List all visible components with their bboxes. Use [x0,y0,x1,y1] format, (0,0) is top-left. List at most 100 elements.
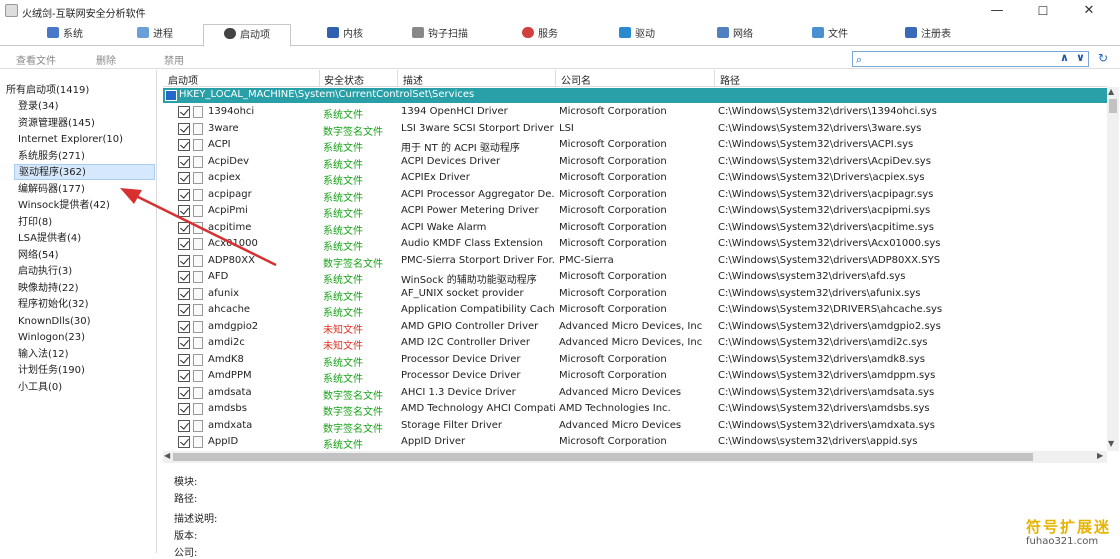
table-row[interactable]: acpitime 系统文件 ACPI Wake Alarm Microsoft Cor… [163,220,1107,237]
sidebar-item-explorer[interactable]: 资源管理器(145) [18,116,95,132]
search-up-button[interactable]: ∧ [1060,51,1069,64]
row-checkbox[interactable] [178,155,190,168]
delete-button[interactable]: 删除 [96,52,116,67]
row-checkbox[interactable] [178,172,190,184]
row-checkbox[interactable] [178,386,190,399]
table-row[interactable]: AcpiPmi 系统文件 ACPI Power Metering Driver Mic… [163,203,1107,220]
close-button[interactable]: ✕ [1066,0,1112,22]
row-checkbox[interactable] [178,106,190,118]
row-checkbox[interactable] [178,337,190,349]
sidebar-item-services[interactable]: 系统服务(271) [18,149,85,165]
tab-network[interactable]: 网络 [700,24,770,46]
vertical-scrollbar[interactable]: ▲ ▼ [1107,87,1119,451]
sidebar-item-winsock[interactable]: Winsock提供者(42) [18,198,110,214]
row-checkbox[interactable] [178,304,190,316]
table-row[interactable]: AcpiDev 系统文件 ACPI Devices Driver Microsoft … [163,154,1107,171]
row-checkbox[interactable] [178,122,190,135]
row-checkbox[interactable] [178,287,190,300]
row-checkbox[interactable] [178,320,190,333]
table-row[interactable]: AFD 系统文件 WinSock 的辅助功能驱动程序 Microsoft Corpor… [163,269,1107,286]
row-checkbox[interactable] [178,271,190,283]
sidebar-item-tasks[interactable]: 计划任务(190) [18,363,85,379]
table-row[interactable]: amdi2c 未知文件 AMD I2C Controller Driver Advan… [163,335,1107,352]
tab-registry[interactable]: 注册表 [888,24,968,46]
search-box[interactable]: ⌕ ∧ ∨ [852,51,1089,67]
column-header-startup[interactable]: 启动项 [168,72,198,87]
sidebar-item-winlogon[interactable]: Winlogon(23) [18,330,85,346]
row-checkbox[interactable] [178,436,190,448]
column-divider[interactable] [555,70,556,87]
row-checkbox[interactable] [178,419,190,432]
search-input[interactable] [869,52,1054,66]
sidebar-item-appinit[interactable]: 程序初始化(32) [18,297,89,313]
column-divider[interactable] [397,70,398,87]
table-row[interactable]: acpipagr 系统文件 ACPI Processor Aggregator De… [163,187,1107,204]
refresh-icon[interactable]: ↻ [1098,51,1108,65]
horizontal-scroll-thumb[interactable] [173,453,1033,461]
table-row[interactable]: amdsata 数字签名文件 AHCI 1.3 Device Driver Advan… [163,385,1107,402]
row-checkbox[interactable] [178,238,190,250]
sidebar-item-ime[interactable]: 输入法(12) [18,347,69,363]
column-header-description[interactable]: 描述 [403,72,423,87]
disable-button[interactable]: 禁用 [164,52,184,67]
sidebar-item-print[interactable]: 打印(8) [18,215,52,231]
sidebar-item-lsa[interactable]: LSA提供者(4) [18,231,81,247]
column-divider[interactable] [714,70,715,87]
sidebar-item-network[interactable]: 网络(54) [18,248,59,264]
table-row[interactable]: afunix 系统文件 AF_UNIX socket provider Microso… [163,286,1107,303]
tab-system[interactable]: 系统 [30,24,100,46]
column-divider[interactable] [319,70,320,87]
table-row[interactable]: amdsbs 数字签名文件 AMD Technology AHCI Compati.… [163,401,1107,418]
column-header-path[interactable]: 路径 [720,72,740,87]
table-row[interactable]: amdgpio2 未知文件 AMD GPIO Controller Driver Ad… [163,319,1107,336]
scroll-up-icon[interactable]: ▲ [1108,87,1114,96]
row-checkbox[interactable] [178,403,190,415]
tab-driver[interactable]: 驱动 [602,24,672,46]
table-row[interactable]: Acx01000 系统文件 Audio KMDF Class Extension Mi… [163,236,1107,253]
search-down-button[interactable]: ∨ [1076,51,1085,64]
group-row-services-key[interactable]: HKEY_LOCAL_MACHINE\System\CurrentControl… [163,88,1107,103]
row-checkbox[interactable] [178,188,190,201]
table-row[interactable]: 3ware 数字签名文件 LSI 3ware SCSI Storport Drive… [163,121,1107,138]
row-checkbox[interactable] [178,205,190,217]
minimize-button[interactable]: — [974,0,1020,22]
column-header-security[interactable]: 安全状态 [324,72,364,87]
row-checkbox[interactable] [178,254,190,267]
maximize-button[interactable]: ☐ [1020,0,1066,22]
tab-process[interactable]: 进程 [120,24,190,46]
scroll-down-icon[interactable]: ▼ [1108,439,1114,448]
column-header-company[interactable]: 公司名 [561,72,591,87]
tab-kernel[interactable]: 内核 [310,24,380,46]
table-row[interactable]: ahcache 系统文件 Application Compatibility Cac… [163,302,1107,319]
vertical-scroll-thumb[interactable] [1109,99,1117,113]
sidebar-item-ie[interactable]: Internet Explorer(10) [18,132,123,148]
sidebar-item-boot-execute[interactable]: 启动执行(3) [18,264,72,280]
table-row[interactable]: AmdPPM 系统文件 Processor Device Driver Microso… [163,368,1107,385]
sidebar-item-all[interactable]: 所有启动项(1419) [6,83,89,99]
table-row[interactable]: ACPI 系统文件 用于 NT 的 ACPI 驱动程序 Microsoft Corpo… [163,137,1107,154]
horizontal-scrollbar[interactable]: ◀ ▶ [163,451,1107,463]
table-row[interactable]: AppID 系统文件 AppID Driver Microsoft Corporati… [163,434,1107,451]
tab-startup[interactable]: 启动项 [203,24,291,47]
sidebar-item-image-hijack[interactable]: 映像劫持(22) [18,281,79,297]
table-row[interactable]: amdxata 数字签名文件 Storage Filter Driver Advanc… [163,418,1107,435]
sidebar-item-drivers[interactable]: 驱动程序(362) [14,164,155,180]
tab-file[interactable]: 文件 [795,24,865,46]
scroll-right-icon[interactable]: ▶ [1097,451,1103,460]
table-row[interactable]: 1394ohci 系统文件 1394 OpenHCI Driver Microsoft… [163,104,1107,121]
row-checkbox[interactable] [178,370,190,382]
row-checkbox[interactable] [178,221,190,234]
tab-service[interactable]: 服务 [505,24,575,46]
view-file-button[interactable]: 查看文件 [16,52,56,67]
sidebar-item-knowndlls[interactable]: KnownDlls(30) [18,314,91,330]
tab-hook-scan[interactable]: 钩子扫描 [400,24,480,46]
sidebar-item-gadgets[interactable]: 小工具(0) [18,380,62,396]
row-checkbox[interactable] [178,353,190,366]
sidebar-item-logon[interactable]: 登录(34) [18,99,59,115]
table-row[interactable]: AmdK8 系统文件 Processor Device Driver Microsof… [163,352,1107,369]
row-checkbox[interactable] [178,139,190,151]
table-row[interactable]: acpiex 系统文件 ACPIEx Driver Microsoft Corpora… [163,170,1107,187]
table-row[interactable]: ADP80XX 数字签名文件 PMC-Sierra Storport Driver … [163,253,1107,270]
sidebar-item-codecs[interactable]: 编解码器(177) [18,182,85,198]
scroll-left-icon[interactable]: ◀ [164,451,170,460]
